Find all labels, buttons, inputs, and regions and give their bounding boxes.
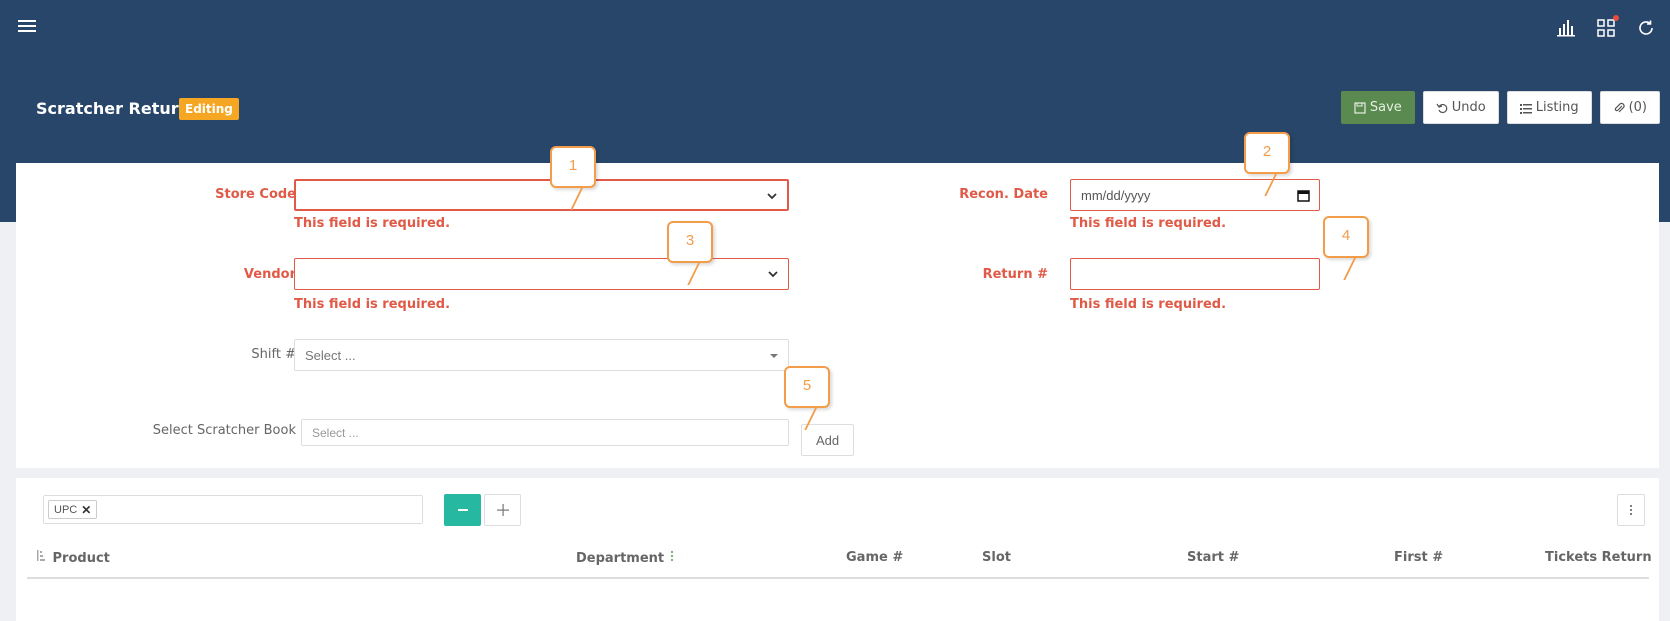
column-header-first[interactable]: First # — [1394, 550, 1443, 565]
more-options-button[interactable] — [1617, 494, 1645, 526]
menu-icon[interactable] — [18, 20, 36, 36]
attachments-button[interactable]: (0) — [1599, 91, 1660, 124]
store-code-error: This field is required. — [294, 216, 451, 231]
recon-date-placeholder: mm/dd/yyyy — [1081, 187, 1151, 203]
paperclip-icon — [1614, 102, 1625, 112]
status-badge: Editing — [179, 98, 239, 120]
recon-date-input[interactable]: mm/dd/yyyy — [1070, 179, 1320, 211]
callout-number: 4 — [1341, 227, 1351, 244]
column-header-tickets-return[interactable]: Tickets Return — [1545, 550, 1652, 565]
callout-1: 1 — [550, 146, 596, 210]
listing-button[interactable]: Listing — [1506, 91, 1592, 124]
scratcher-book-input[interactable]: Select ... — [301, 419, 789, 446]
scratcher-book-placeholder: Select ... — [312, 425, 359, 440]
calendar-icon[interactable] — [1297, 189, 1310, 202]
listing-label: Listing — [1535, 100, 1579, 115]
shift-placeholder: Select ... — [305, 347, 356, 363]
vendor-error: This field is required. — [294, 297, 451, 312]
top-icons — [1556, 15, 1656, 38]
group-tag-upc: UPC ✕ — [48, 500, 98, 519]
page-title: Scratcher Return — [36, 99, 191, 118]
column-header-product[interactable]: Product — [36, 550, 110, 566]
chevron-down-icon — [768, 271, 778, 278]
header-divider — [27, 577, 1649, 579]
store-code-label: Store Code — [215, 187, 296, 202]
column-label: Product — [52, 551, 110, 566]
group-indicator-icon — [670, 550, 673, 562]
undo-icon — [1436, 103, 1448, 113]
undo-label: Undo — [1451, 100, 1486, 115]
add-button[interactable]: Add — [801, 424, 855, 456]
callout-number: 2 — [1262, 143, 1272, 160]
shift-label: Shift # — [251, 347, 296, 362]
tag-label: UPC — [54, 503, 78, 516]
collapse-button[interactable] — [444, 494, 481, 526]
floppy-icon — [1354, 101, 1366, 114]
attachments-count: (0) — [1628, 100, 1647, 115]
remove-tag-icon[interactable]: ✕ — [81, 503, 91, 517]
callout-3: 3 — [667, 221, 713, 285]
bar-chart-icon[interactable] — [1556, 18, 1576, 38]
return-no-error: This field is required. — [1070, 297, 1227, 312]
column-header-start[interactable]: Start # — [1187, 550, 1239, 565]
save-label: Save — [1369, 100, 1402, 115]
apps-grid-icon[interactable] — [1596, 15, 1619, 38]
kebab-icon — [1630, 505, 1632, 515]
notification-dot — [1613, 15, 1619, 21]
callout-4: 4 — [1323, 216, 1369, 280]
form-card: Store Code This field is required. Vendo… — [16, 163, 1659, 468]
chevron-down-icon — [767, 193, 777, 200]
return-no-label: Return # — [982, 267, 1048, 282]
shift-select[interactable]: Select ... — [294, 339, 789, 371]
scratcher-book-label: Select Scratcher Book — [152, 423, 296, 438]
column-header-game[interactable]: Game # — [846, 550, 903, 565]
group-by-input[interactable]: UPC ✕ — [43, 495, 423, 524]
vendor-select[interactable] — [294, 258, 789, 290]
column-header-slot[interactable]: Slot — [982, 550, 1011, 565]
toolbar: Save Undo Listing (0) — [1340, 91, 1660, 124]
vendor-label: Vendor — [243, 267, 296, 282]
callout-number: 1 — [568, 157, 578, 174]
callout-2: 2 — [1244, 132, 1290, 196]
store-code-select[interactable] — [294, 179, 789, 211]
expand-button[interactable] — [484, 494, 521, 526]
list-icon — [1519, 103, 1532, 114]
column-header-department[interactable]: Department — [576, 550, 675, 566]
caret-down-icon — [770, 354, 778, 358]
minus-icon — [457, 509, 468, 511]
column-label: Department — [576, 551, 665, 566]
table-card: UPC ✕ Product Department Game # Slot Sta… — [16, 478, 1659, 621]
refresh-icon[interactable] — [1636, 18, 1656, 38]
return-no-input[interactable] — [1070, 258, 1320, 290]
undo-button[interactable]: Undo — [1422, 91, 1499, 124]
callout-number: 3 — [685, 232, 695, 249]
sort-icon — [37, 550, 45, 561]
save-button[interactable]: Save — [1340, 91, 1415, 124]
callout-number: 5 — [802, 377, 812, 394]
recon-date-error: This field is required. — [1070, 216, 1227, 231]
callout-5: 5 — [784, 366, 830, 430]
plus-icon — [496, 504, 509, 516]
recon-date-label: Recon. Date — [959, 187, 1048, 202]
